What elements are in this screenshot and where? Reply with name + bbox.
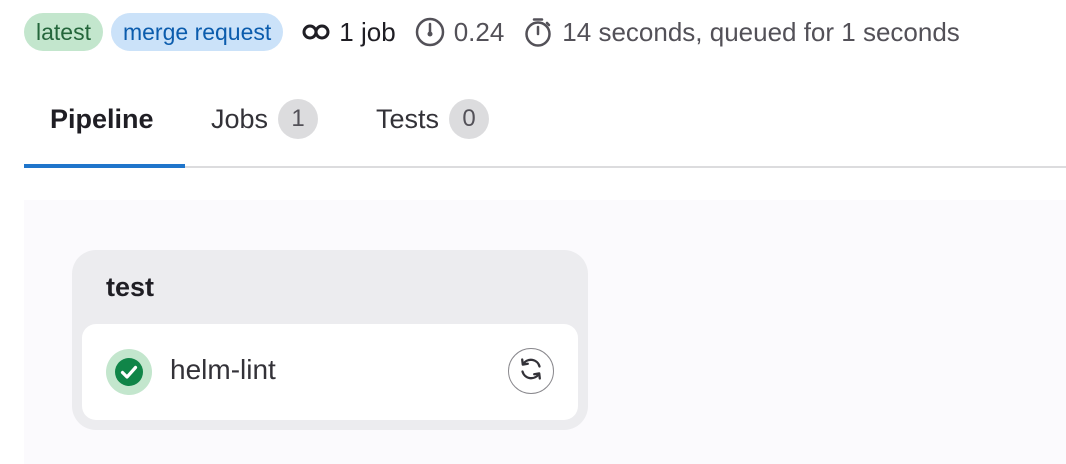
- job-item[interactable]: helm-lint: [82, 324, 578, 420]
- pipeline-graph: test helm-lint: [24, 200, 1066, 464]
- stage-column: test helm-lint: [72, 250, 588, 430]
- pipeline-icon: [301, 17, 331, 47]
- tests-count-badge: 0: [449, 99, 490, 139]
- tab-jobs[interactable]: Jobs 1: [211, 70, 319, 168]
- coverage-value: 0.24: [453, 16, 505, 47]
- active-tab-indicator: [24, 164, 185, 168]
- check-circle-icon: [106, 349, 152, 395]
- retry-button[interactable]: [508, 348, 554, 394]
- tab-pipeline-label: Pipeline: [50, 103, 154, 134]
- job-count-text: 1 job: [339, 16, 396, 47]
- tab-tests-label: Tests: [376, 103, 440, 134]
- pipeline-meta-row: latest merge request 1 job 0.24 14 secon…: [24, 12, 960, 52]
- pipeline-tabs: Pipeline Jobs 1 Tests 0: [24, 70, 1066, 168]
- latest-badge: latest: [24, 13, 103, 51]
- merge-request-badge: merge request: [110, 13, 284, 51]
- tab-tests[interactable]: Tests 0: [376, 70, 490, 168]
- coverage: 0.24: [414, 16, 505, 48]
- timer-icon: [522, 16, 554, 48]
- job-count: 1 job: [301, 16, 396, 48]
- tab-pipeline[interactable]: Pipeline: [50, 70, 154, 168]
- duration: 14 seconds, queued for 1 seconds: [522, 16, 960, 48]
- tab-jobs-label: Jobs: [211, 103, 269, 134]
- job-name: helm-lint: [170, 354, 276, 385]
- gauge-icon: [414, 16, 446, 48]
- stage-title: test: [106, 272, 155, 302]
- retry-icon: [517, 355, 545, 388]
- duration-text: 14 seconds, queued for 1 seconds: [562, 16, 960, 47]
- jobs-count-badge: 1: [278, 99, 319, 139]
